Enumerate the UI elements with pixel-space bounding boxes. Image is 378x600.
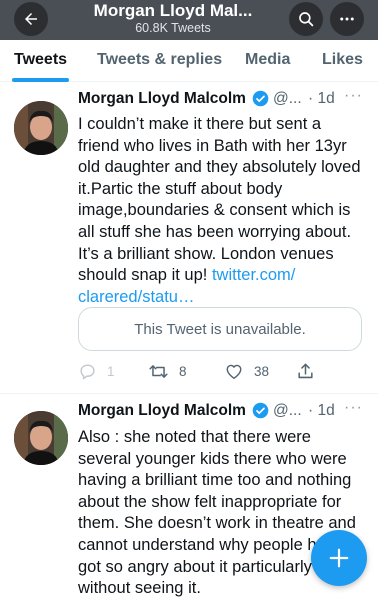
tweet-line: having a brilliant time too and nothing — [78, 471, 352, 490]
retweet-count: 8 — [179, 363, 187, 379]
back-button[interactable] — [14, 2, 48, 36]
retweet-icon — [149, 364, 168, 378]
compose-plus-icon — [329, 548, 349, 568]
more-options-button[interactable] — [330, 2, 364, 36]
profile-tabs: Tweets Tweets & replies Media Likes — [0, 40, 378, 82]
tweet-line: Also : she noted that there were — [78, 428, 311, 446]
retweet-button[interactable]: 8 — [148, 360, 187, 382]
tweet-link[interactable]: twitter.com/ — [212, 266, 295, 284]
like-count: 38 — [254, 363, 270, 379]
tweet-line: old daughter and they absolutely loved — [78, 158, 361, 177]
like-button[interactable]: 38 — [224, 360, 269, 382]
more-horizontal-icon — [340, 17, 354, 21]
verified-badge-icon — [252, 90, 269, 107]
tweet-line: friend who lives in Bath with her 13yr — [78, 136, 347, 155]
tweet-link-continued[interactable]: clarered/statu… — [78, 287, 370, 309]
tab-tweets-and-replies[interactable]: Tweets & replies — [97, 51, 222, 69]
tweet-more-button[interactable]: ··· — [344, 399, 363, 417]
tweet-line: several younger kids there who were — [78, 449, 347, 468]
tweet-actions: 1 8 38 — [78, 360, 368, 382]
tab-likes[interactable]: Likes — [322, 51, 363, 69]
share-button[interactable] — [296, 360, 315, 382]
tweet-line: about the show felt inappropriate for — [78, 492, 342, 511]
tweet-header: Morgan Lloyd Malcolm @... · 1d ··· — [78, 399, 368, 422]
tweet-text: I couldn’t make it there but sent a frie… — [78, 114, 370, 308]
verified-badge-icon — [252, 402, 269, 419]
search-button[interactable] — [289, 2, 323, 36]
tab-media[interactable]: Media — [245, 51, 290, 69]
tweet-line: It’s a brilliant show. London venues — [78, 244, 334, 263]
avatar[interactable] — [14, 101, 68, 155]
tweet-header: Morgan Lloyd Malcolm @... · 1d ··· — [78, 87, 368, 110]
tab-tweets[interactable]: Tweets — [14, 51, 67, 69]
search-icon — [299, 12, 314, 27]
author-handle[interactable]: @... — [273, 402, 302, 420]
author-name[interactable]: Morgan Lloyd Malcolm — [78, 90, 246, 108]
reply-count: 1 — [107, 363, 115, 379]
heart-icon — [226, 364, 242, 379]
tweet-time[interactable]: · 1d — [308, 90, 335, 108]
tweet[interactable]: Morgan Lloyd Malcolm @... · 1d ··· I cou… — [0, 82, 378, 394]
author-handle[interactable]: @... — [273, 90, 302, 108]
share-icon — [298, 363, 313, 378]
reply-icon — [80, 363, 95, 379]
tweet-count: 60.8K Tweets — [135, 21, 211, 35]
tweet-line-text: should snap it up! — [78, 266, 208, 285]
tweet-line: I couldn’t make it there but sent a — [78, 115, 322, 133]
tweet-line: all stuff she has been worrying about. — [78, 222, 352, 241]
quote-unavailable-text: This Tweet is unavailable. — [134, 320, 306, 338]
avatar[interactable] — [14, 411, 68, 465]
header-title: Morgan Lloyd Mal... — [93, 1, 253, 20]
header-title-block: Morgan Lloyd Mal... 60.8K Tweets — [60, 1, 286, 36]
tweet-line: should snap it up! twitter.com/ — [78, 265, 370, 287]
tweet-line: image,boundaries & consent which is — [78, 201, 351, 220]
tweet-time[interactable]: · 1d — [308, 402, 335, 420]
profile-header: Morgan Lloyd Mal... 60.8K Tweets — [0, 0, 378, 40]
tweet-line: it.Partic the stuff about body — [78, 179, 283, 198]
arrow-left-icon — [25, 13, 37, 25]
quoted-tweet-unavailable: This Tweet is unavailable. — [78, 307, 362, 351]
author-name[interactable]: Morgan Lloyd Malcolm — [78, 402, 246, 420]
reply-button[interactable]: 1 — [78, 360, 115, 382]
tweet-more-button[interactable]: ··· — [344, 87, 363, 105]
compose-tweet-button[interactable] — [311, 530, 367, 586]
